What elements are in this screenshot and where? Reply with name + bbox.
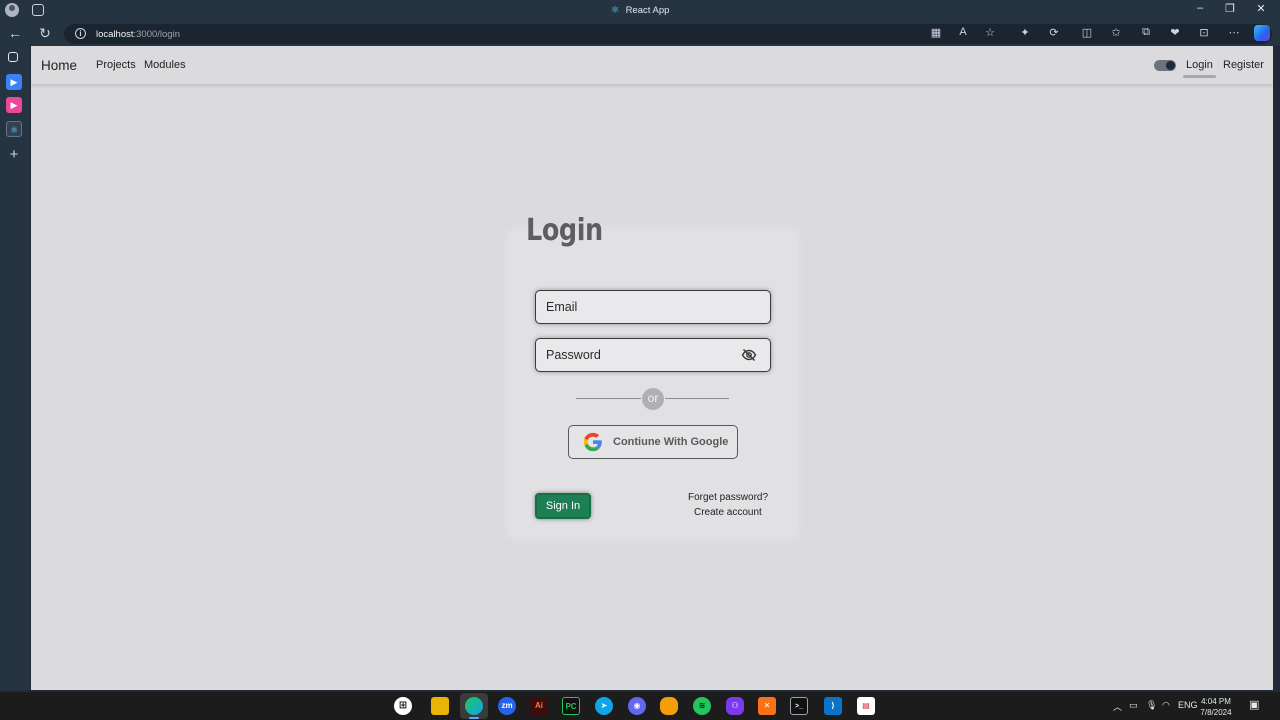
tab-actions-icon[interactable] <box>8 52 18 62</box>
url-text[interactable]: localhost:3000/login <box>96 29 180 40</box>
language-indicator[interactable]: ENG <box>1178 700 1198 710</box>
page-title: Login <box>526 213 603 248</box>
new-tab-plus-icon[interactable]: + <box>6 146 22 163</box>
close-window-button[interactable]: ✕ <box>1250 2 1272 15</box>
microphone-icon[interactable]: 🎙 <box>1146 700 1157 711</box>
nav-link-modules[interactable]: Modules <box>144 59 186 71</box>
minimize-button[interactable]: – <box>1189 2 1211 14</box>
read-aloud-icon[interactable]: A <box>955 26 971 38</box>
xampp-icon[interactable]: ✕ <box>758 697 776 715</box>
play-icon: ▶ <box>10 100 18 110</box>
page-viewport: Home Projects Modules Login Register Log… <box>31 46 1273 690</box>
create-account-link[interactable]: Create account <box>694 507 762 518</box>
windows-taskbar: ⊞ zm Ai PC ➤ ◉ ≋ ⚇ ✕ >_ ⟩ ▤ ︿ ▭ 🎙 ◠ ENG … <box>0 692 1280 720</box>
telegram-icon[interactable]: ➤ <box>595 697 613 715</box>
file-explorer-icon[interactable] <box>431 697 449 715</box>
edge-browser-icon[interactable] <box>465 697 483 715</box>
divider-right <box>665 398 729 399</box>
zoom-icon[interactable]: zm <box>498 697 516 715</box>
or-separator: or <box>642 388 664 410</box>
active-app-indicator <box>469 717 479 719</box>
sidebar-tab-react-app[interactable]: ⚛ <box>6 121 22 137</box>
github-desktop-icon[interactable]: ⚇ <box>726 697 744 715</box>
divider-left <box>576 398 641 399</box>
notification-center-icon[interactable]: ▣ <box>1249 698 1259 711</box>
email-field[interactable] <box>535 290 771 324</box>
favorites-icon[interactable]: ✩ <box>1108 26 1124 39</box>
active-link-underline <box>1183 75 1216 78</box>
tray-overflow-chevron-icon[interactable]: ︿ <box>1113 700 1122 713</box>
react-favicon-icon: ⚛ <box>610 5 620 16</box>
battery-icon[interactable]: ▭ <box>1129 700 1138 711</box>
restore-button[interactable]: ❐ <box>1219 2 1241 15</box>
vscode-icon[interactable]: ⟩ <box>824 697 842 715</box>
site-navbar: Home Projects Modules Login Register <box>31 46 1273 85</box>
google-button-label: Contiune With Google <box>613 436 729 448</box>
site-info-icon[interactable]: i <box>75 28 86 39</box>
system-clock[interactable]: 4:04 PM 7/8/2024 <box>1196 696 1236 718</box>
extension-icon[interactable]: ✦ <box>1017 26 1033 39</box>
browser-essentials-icon[interactable]: ⟳ <box>1046 26 1062 39</box>
browser-toolbar: ← ↻ i localhost:3000/login ▦ A ☆ ✦ ⟳ ◫ ✩… <box>0 22 1280 46</box>
screenshot-icon[interactable]: ⊡ <box>1196 26 1212 39</box>
clock-time: 4:04 PM <box>1201 697 1231 706</box>
theme-toggle[interactable] <box>1154 60 1176 71</box>
wifi-icon[interactable]: ◠ <box>1162 700 1170 711</box>
terminal-icon[interactable]: >_ <box>790 697 808 715</box>
nav-link-projects[interactable]: Projects <box>96 59 136 71</box>
favorite-star-icon[interactable]: ☆ <box>982 26 998 39</box>
pycharm-icon[interactable]: PC <box>562 697 580 715</box>
toggle-knob <box>1166 61 1175 70</box>
refresh-icon[interactable]: ↻ <box>36 25 54 42</box>
clock-date: 7/8/2024 <box>1200 708 1232 717</box>
nav-link-login[interactable]: Login <box>1186 59 1213 71</box>
nav-link-register[interactable]: Register <box>1223 59 1264 71</box>
browser-title-bar: ⚛ React App – ❐ ✕ <box>0 0 1280 22</box>
start-button-icon[interactable]: ⊞ <box>394 697 412 715</box>
google-icon <box>583 432 602 452</box>
sidebar-tab-pink[interactable]: ▶ <box>6 97 22 113</box>
tab-title: ⚛ React App <box>610 5 670 16</box>
password-field[interactable] <box>535 338 771 372</box>
vertical-tabs-sidebar: ▶ ▶ ⚛ + <box>0 46 30 690</box>
copilot-icon[interactable] <box>1254 25 1270 41</box>
eye-off-icon[interactable] <box>741 347 757 363</box>
app-available-icon[interactable]: ▦ <box>928 26 944 39</box>
forgot-password-link[interactable]: Forget password? <box>688 492 768 503</box>
play-icon: ▶ <box>10 77 18 87</box>
back-arrow-icon[interactable]: ← <box>6 25 24 41</box>
continue-with-google-button[interactable]: Contiune With Google <box>568 425 738 459</box>
postman-icon[interactable] <box>660 697 678 715</box>
performance-icon[interactable]: ❤ <box>1167 26 1183 39</box>
more-options-icon[interactable]: ⋯ <box>1226 26 1242 39</box>
sidebar-tab-blue[interactable]: ▶ <box>6 74 22 90</box>
spotify-icon[interactable]: ≋ <box>693 697 711 715</box>
discord-icon[interactable]: ◉ <box>628 697 646 715</box>
sign-in-button[interactable]: Sign In <box>535 493 591 519</box>
pdf-reader-icon[interactable]: ▤ <box>857 697 875 715</box>
illustrator-icon[interactable]: Ai <box>530 697 548 715</box>
split-screen-icon[interactable]: ◫ <box>1079 26 1095 39</box>
react-icon: ⚛ <box>9 125 19 135</box>
collections-icon[interactable]: ⧉ <box>1138 26 1154 39</box>
nav-brand-home[interactable]: Home <box>41 58 77 73</box>
